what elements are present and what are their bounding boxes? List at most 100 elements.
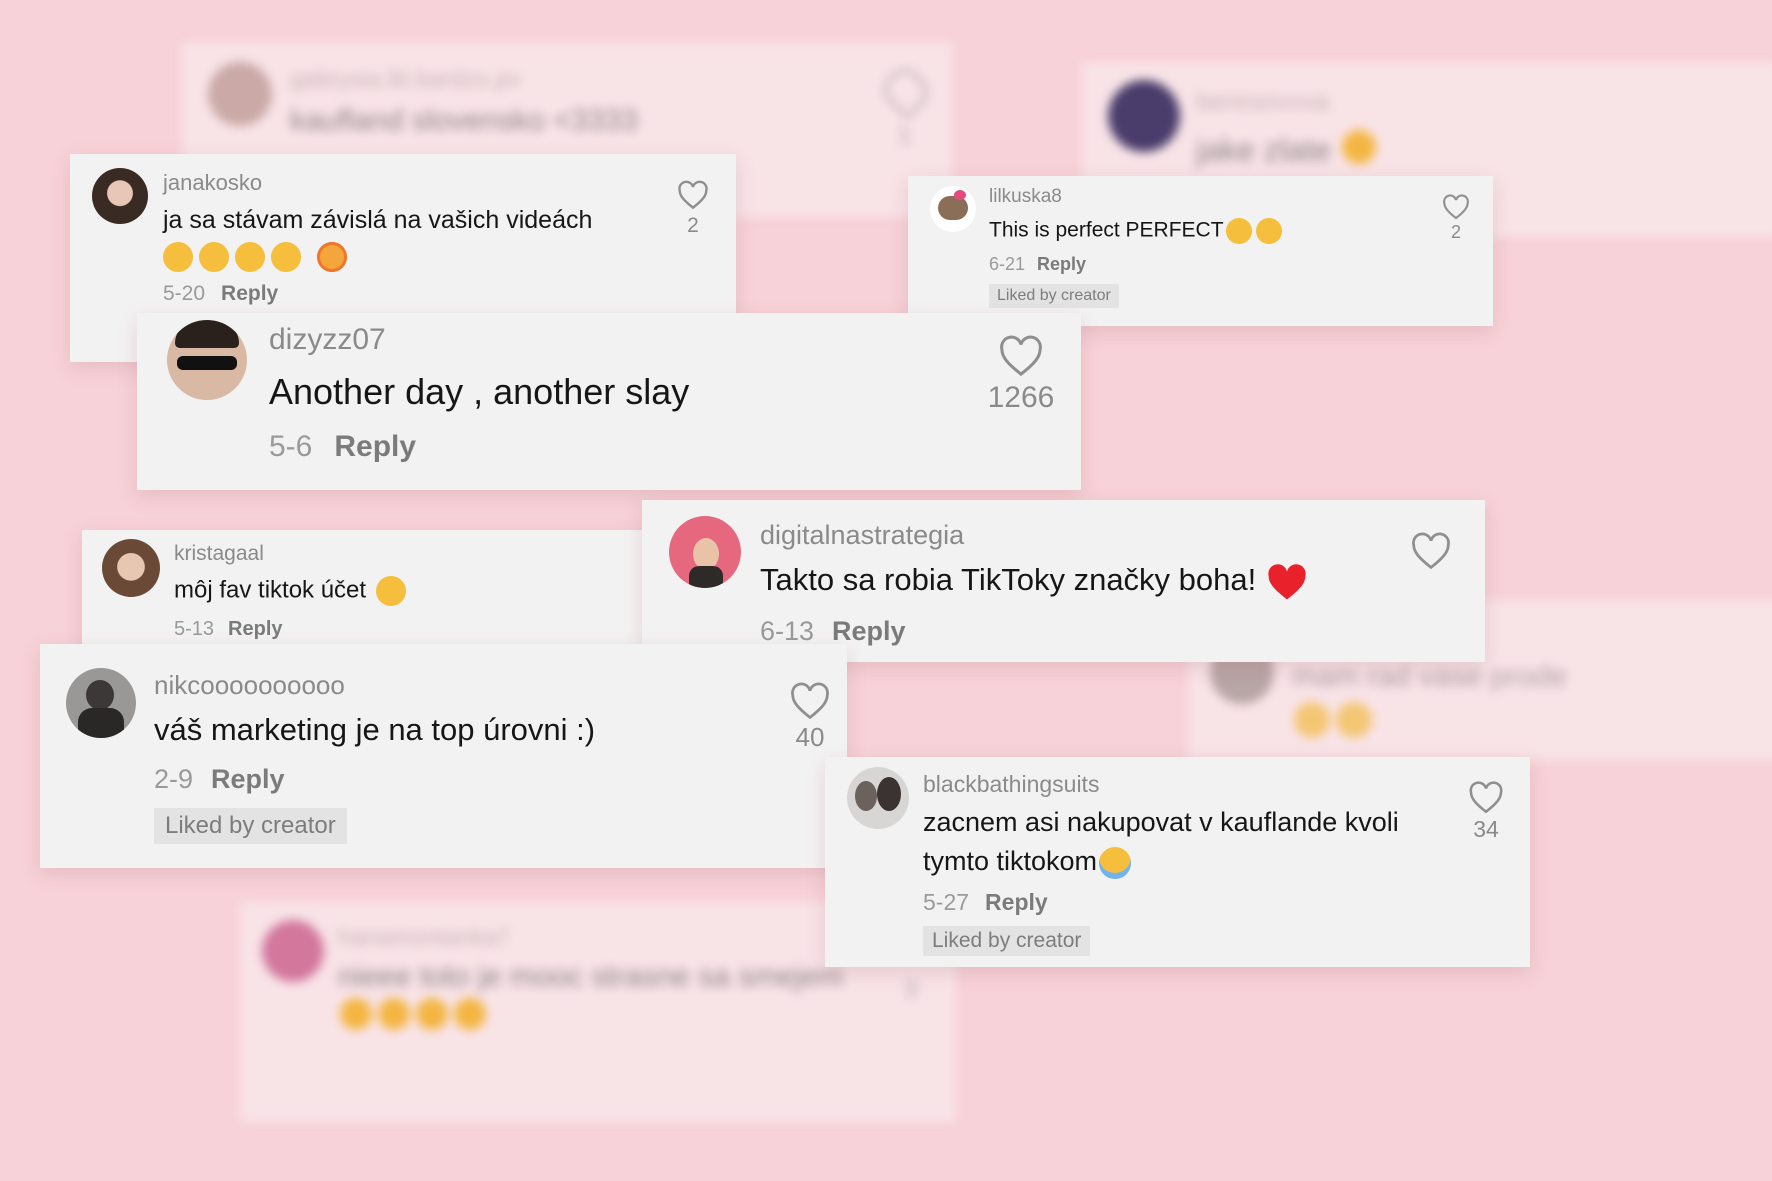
- blurred-emoji: [1336, 702, 1372, 738]
- avatar[interactable]: [92, 168, 148, 224]
- comment-text: This is perfect PERFECT: [989, 218, 1282, 244]
- comment-card-digitalnastrategia: digitalnastrategia Takto sa robia TikTok…: [642, 500, 1485, 662]
- heart-outline-icon: [1443, 194, 1469, 220]
- comment-card-dizyzz07: dizyzz07 Another day , another slay 5-6 R…: [137, 313, 1081, 490]
- like-count: 34: [1473, 816, 1499, 842]
- reply-button[interactable]: Reply: [211, 764, 285, 794]
- blurred-avatar: [208, 62, 272, 126]
- blurred-emoji: [1342, 130, 1376, 164]
- laughing-emoji: [271, 242, 301, 272]
- reply-button[interactable]: Reply: [334, 430, 416, 463]
- comment-meta: 2-9 Reply: [154, 764, 285, 795]
- like-button[interactable]: 40: [782, 682, 838, 753]
- liked-by-creator-badge: Liked by creator: [154, 808, 347, 844]
- blurred-username: gabrysia.lili.bardzo.pv: [290, 66, 521, 93]
- like-button[interactable]: 1266: [979, 335, 1063, 415]
- red-heart-emoji: [1268, 564, 1306, 600]
- emoji-row: [163, 242, 347, 272]
- like-count: 2: [687, 214, 699, 237]
- username[interactable]: digitalnastrategia: [760, 520, 964, 551]
- like-button[interactable]: [1408, 532, 1454, 570]
- username[interactable]: dizyzz07: [269, 323, 386, 357]
- like-count: 2: [1450, 222, 1461, 242]
- heart-outline-icon: [1469, 781, 1503, 814]
- laughing-emoji: [163, 242, 193, 272]
- crying-emoji: [1099, 846, 1132, 879]
- comment-card-blackbathingsuits: blackbathingsuits zacnem asi nakupovat v…: [825, 757, 1530, 967]
- avatar[interactable]: [847, 767, 909, 829]
- avatar[interactable]: [930, 186, 976, 232]
- comment-date: 2-9: [154, 764, 194, 794]
- blurred-text: jake zlate: [1196, 132, 1332, 168]
- blurred-like-count: 3: [904, 976, 918, 1003]
- comment-date: 5-20: [163, 282, 206, 305]
- comment-text: môj fav tiktok účet: [174, 576, 407, 606]
- blurred-username: beresovvva: [1196, 86, 1329, 116]
- star-struck-emoji: [1225, 218, 1252, 244]
- like-button[interactable]: 34: [1463, 781, 1509, 843]
- comment-text-line-2: tymto tiktokom: [923, 846, 1132, 879]
- comment-date: 6-13: [760, 616, 815, 646]
- hello-kitty-icon: [938, 196, 968, 220]
- like-button[interactable]: 2: [1436, 194, 1476, 243]
- comment-text-body: môj fav tiktok účet: [174, 576, 367, 604]
- comment-date: 5-27: [923, 889, 970, 915]
- comment-text-body: tymto tiktokom: [923, 846, 1098, 876]
- comment-text: ja sa stávam závislá na vašich videách: [163, 206, 593, 234]
- laughing-emoji: [235, 242, 265, 272]
- comment-text: zacnem asi nakupovat v kauflande kvoli: [923, 807, 1399, 837]
- liked-by-creator-badge: Liked by creator: [989, 284, 1119, 308]
- blurred-avatar: [262, 920, 324, 982]
- comment-text: Another day , another slay: [269, 371, 690, 412]
- heart-outline-icon: [1412, 532, 1450, 570]
- comment-meta: 5-27 Reply: [923, 889, 1048, 916]
- blurred-text: mam rad vase prode: [1292, 660, 1568, 693]
- comment-text-body: This is perfect PERFECT: [989, 218, 1224, 242]
- comment-date: 6-21: [989, 254, 1026, 274]
- username[interactable]: kristagaal: [174, 542, 264, 566]
- blurred-avatar: [1108, 80, 1180, 152]
- username[interactable]: blackbathingsuits: [923, 771, 1099, 798]
- comment-meta: 6-21 Reply: [989, 254, 1086, 275]
- blurred-emoji-row: [340, 998, 486, 1035]
- grinning-emoji: [1255, 218, 1282, 244]
- comment-card-nikcoooooooooo: nikcoooooooooo váš marketing je na top ú…: [40, 644, 847, 868]
- reply-button[interactable]: Reply: [832, 616, 906, 646]
- comment-meta: 5-13 Reply: [174, 618, 283, 641]
- avatar[interactable]: [102, 539, 160, 597]
- comment-card-kristagaal: kristagaal môj fav tiktok účet 5-13 Reply: [82, 530, 682, 660]
- comment-meta: 5-6 Reply: [269, 430, 416, 464]
- blurred-text: nieee toto je mooc strasne sa smejem: [338, 960, 844, 993]
- comment-text: váš marketing je na top úrovni :): [154, 712, 596, 747]
- username[interactable]: lilkuska8: [989, 186, 1062, 208]
- comment-meta: 6-13 Reply: [760, 616, 906, 647]
- avatar[interactable]: [167, 320, 247, 400]
- avatar[interactable]: [66, 668, 136, 738]
- like-count: 1266: [987, 381, 1055, 414]
- comment-date: 5-6: [269, 430, 313, 463]
- liked-by-creator-badge: Liked by creator: [923, 926, 1091, 956]
- comment-text: Takto sa robia TikToky značky boha!: [760, 562, 1308, 602]
- laughing-emoji: [199, 242, 229, 272]
- smiling-hearts-emoji: [317, 242, 347, 272]
- reply-button[interactable]: Reply: [228, 618, 282, 640]
- reply-button[interactable]: Reply: [1037, 254, 1086, 274]
- avatar[interactable]: [669, 516, 741, 588]
- comment-text-body: Takto sa robia TikToky značky boha!: [760, 562, 1257, 598]
- blurred-like-count: 1: [898, 122, 912, 149]
- reply-button[interactable]: Reply: [221, 282, 278, 305]
- reply-button[interactable]: Reply: [985, 889, 1048, 915]
- username[interactable]: janakosko: [163, 170, 262, 196]
- like-button[interactable]: 2: [670, 180, 716, 238]
- blurred-text: kaufland slovensko <3333: [290, 104, 638, 137]
- comment-date: 5-13: [174, 618, 215, 640]
- like-count: 40: [795, 722, 825, 752]
- blurred-username: hanamontanka7: [338, 924, 511, 951]
- heart-outline-icon: [791, 682, 829, 720]
- username[interactable]: nikcoooooooooo: [154, 670, 345, 701]
- comment-card-lilkuska8: lilkuska8 This is perfect PERFECT 6-21 Re…: [908, 176, 1493, 326]
- blurred-emoji: [1294, 702, 1330, 738]
- blurred-heart-icon: [877, 62, 935, 120]
- winking-tongue-emoji: [376, 576, 407, 606]
- sunglasses-icon: [177, 356, 237, 370]
